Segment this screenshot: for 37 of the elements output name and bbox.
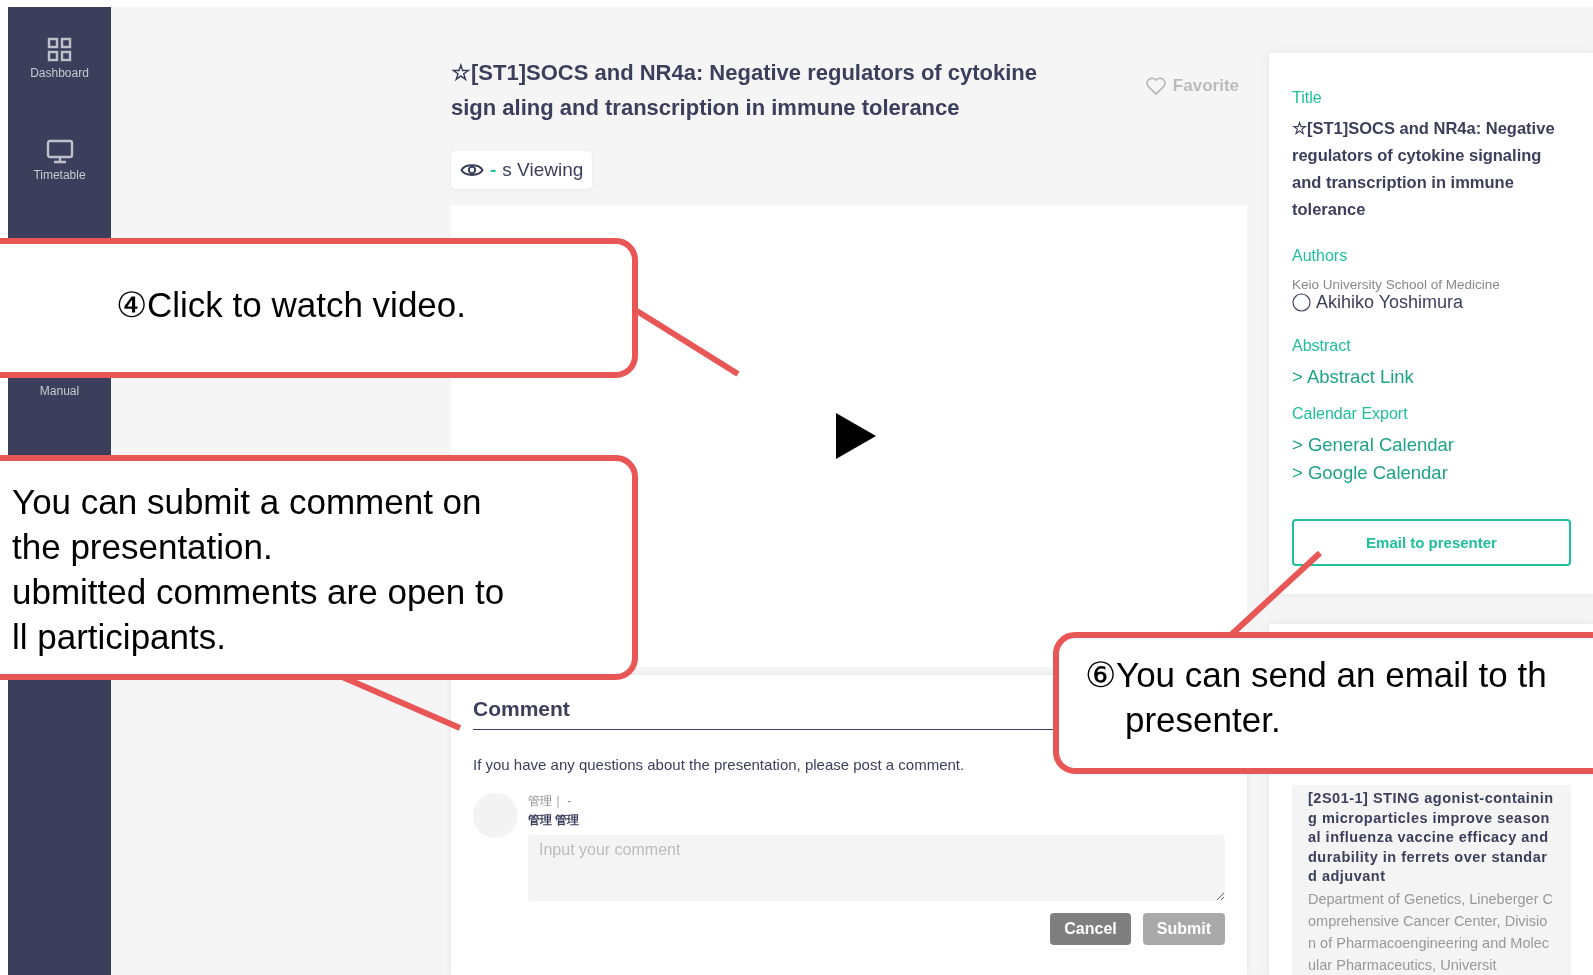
details-title: ☆[ST1]SOCS and NR4a: Negative regulators of cytokine signaling and transcription in immune tolerance <box>1292 118 1556 220</box>
callout-text: ⑥You can send an email to th <box>1085 654 1547 696</box>
grid-icon <box>47 37 72 62</box>
circle-icon <box>1292 293 1311 312</box>
section-label: Authors <box>1292 247 1349 265</box>
favorite-button[interactable]: Favorite <box>1144 76 1239 96</box>
callout-text: the presentation. <box>12 526 273 568</box>
item-title: [2S01-1] STING agonist-containing microparticles improve seasonal influenza vaccine efficacy and durability in ferrets over standard adjuvant <box>1308 789 1555 886</box>
item-affiliation: Department of Genetics, Lineberger Comprehensive Cancer Center, Division of Pharmacoengineering and Molecular Pharmaceutics, Universit <box>1308 889 1554 975</box>
author-affiliation: Keio University School of Medicine <box>1292 277 1501 292</box>
section-label: Title <box>1292 89 1323 107</box>
cancel-button[interactable]: Cancel <box>1050 913 1131 945</box>
user-meta: 管理｜ - <box>528 793 573 810</box>
sidebar-item[interactable]: Dashboard <box>30 66 89 80</box>
calendar-link[interactable]: > Google Calendar <box>1292 459 1571 487</box>
monitor-icon <box>45 139 74 164</box>
sidebar-item[interactable]: Manual <box>39 384 80 398</box>
sidebar-item[interactable]: Timetable <box>33 168 86 182</box>
eye-icon <box>460 162 484 178</box>
play-icon[interactable] <box>836 413 876 459</box>
presentation-title: ☆[ST1]SOCS and NR4a: Negative regulators of cytokine sign aling and transcription in immune tolerance <box>451 59 1039 122</box>
viewer-count: - <box>490 159 497 181</box>
email-button[interactable]: Email to presenter <box>1292 519 1571 566</box>
callout-text: ④Click to watch video. <box>116 284 467 326</box>
abstract-link[interactable]: > Abstract Link <box>1292 363 1571 391</box>
author-name: Akihiko Yoshimura <box>1316 292 1464 313</box>
viewing-label: s Viewing <box>502 159 584 181</box>
comment-field[interactable]: Input your comment <box>528 835 1225 901</box>
comment-hint: If you have any questions about the presentation, please post a comment. <box>473 756 966 773</box>
heart-icon <box>1144 76 1167 96</box>
calendar-link[interactable]: > General Calendar <box>1292 431 1571 459</box>
callout-text: You can submit a comment on <box>12 481 482 523</box>
callout-text: ubmitted comments are open to <box>12 571 505 613</box>
section-label: Calendar Export <box>1292 405 1409 423</box>
section-label: Abstract <box>1292 337 1352 355</box>
user-name: 管理 管理 <box>528 812 581 829</box>
callout-text: ll participants. <box>12 616 226 658</box>
